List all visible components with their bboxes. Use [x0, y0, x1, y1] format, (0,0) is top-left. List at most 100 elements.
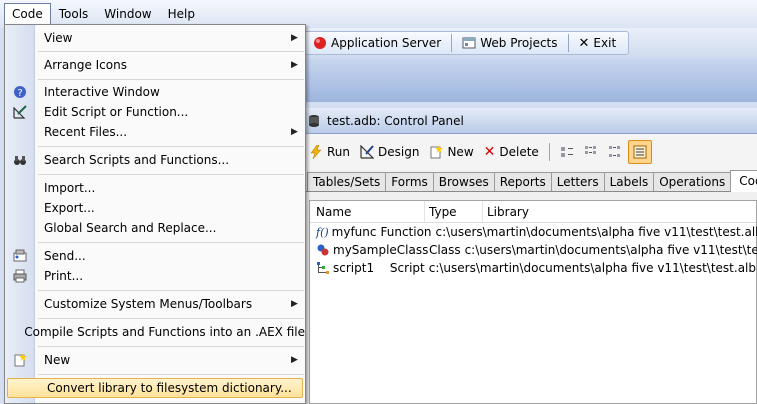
menu-separator	[38, 79, 304, 80]
menu-item-global-search-replace[interactable]: Global Search and Replace...	[5, 218, 305, 238]
menu-item-icon-slot	[5, 249, 35, 263]
tab-labels[interactable]: Labels	[603, 172, 655, 191]
list-header: Name Type Library	[310, 200, 756, 223]
menu-code[interactable]: Code	[4, 3, 51, 25]
menu-item-search-scripts[interactable]: Search Scripts and Functions...	[5, 150, 305, 170]
design-button[interactable]: Design	[356, 141, 423, 163]
list-item-name-cell: mySampleClass	[310, 243, 428, 257]
menu-item-label: Global Search and Replace...	[44, 221, 217, 235]
toolbar-separator	[451, 34, 453, 52]
list-item[interactable]: script1 Script c:\users\martin\documents…	[310, 259, 756, 277]
menu-item-label: Send...	[44, 249, 86, 263]
menu-item-label: Customize System Menus/Toolbars	[44, 297, 253, 311]
list-item-type: Script	[389, 261, 425, 275]
edit-script-icon	[13, 105, 27, 119]
delete-icon: ✕	[483, 144, 496, 160]
menu-item-arrange-icons[interactable]: Arrange Icons ▶	[5, 55, 305, 75]
list-view-button[interactable]	[604, 141, 626, 163]
tab-code[interactable]: Code	[730, 170, 757, 192]
menu-item-label: Print...	[44, 269, 84, 283]
menu-help[interactable]: Help	[160, 3, 203, 25]
submenu-arrow-icon: ▶	[291, 355, 298, 365]
list-item-library: c:\users\martin\documents\alpha five v11…	[428, 261, 756, 275]
menu-item-edit-script[interactable]: Edit Script or Function...	[5, 102, 305, 122]
details-view-button[interactable]	[627, 140, 652, 164]
toolbar-separator	[548, 143, 550, 161]
design-icon	[360, 145, 375, 159]
menu-separator	[38, 318, 304, 319]
lightning-icon	[310, 145, 322, 159]
exit-label: Exit	[593, 36, 617, 50]
menu-item-label: Arrange Icons	[44, 58, 127, 72]
design-label: Design	[378, 145, 420, 159]
submenu-arrow-icon: ▶	[291, 33, 298, 43]
menu-item-customize-menus[interactable]: Customize System Menus/Toolbars ▶	[5, 294, 305, 314]
toolbar-separator	[567, 34, 569, 52]
database-icon	[309, 114, 319, 127]
menu-item-interactive-window[interactable]: ? Interactive Window	[5, 82, 305, 102]
menu-item-recent-files[interactable]: Recent Files... ▶	[5, 122, 305, 142]
menu-item-label: Convert library to filesystem dictionary…	[47, 381, 292, 395]
submenu-arrow-icon: ▶	[291, 60, 298, 70]
new-button[interactable]: New	[425, 141, 477, 163]
code-list: Name Type Library f() myfunc Function c:…	[309, 200, 757, 404]
application-server-button[interactable]: Application Server	[307, 32, 447, 54]
web-projects-icon	[462, 37, 476, 49]
web-projects-button[interactable]: Web Projects	[456, 32, 563, 54]
tab-browses[interactable]: Browses	[432, 172, 495, 191]
small-icons-view-button[interactable]	[580, 141, 602, 163]
menu-tools[interactable]: Tools	[51, 3, 97, 25]
new-document-icon	[430, 145, 444, 159]
application-server-label: Application Server	[331, 36, 442, 50]
list-item[interactable]: f() myfunc Function c:\users\martin\docu…	[310, 223, 757, 241]
small-icons-view-icon	[584, 146, 596, 154]
menu-item-label: Search Scripts and Functions...	[44, 153, 230, 167]
menu-item-icon-slot	[5, 153, 35, 167]
tab-reports[interactable]: Reports	[493, 172, 552, 191]
menu-item-icon-slot	[5, 105, 35, 119]
control-panel-titlebar[interactable]: test.adb: Control Panel	[299, 108, 757, 134]
menu-item-print[interactable]: Print...	[5, 266, 305, 286]
tab-forms[interactable]: Forms	[385, 172, 434, 191]
menu-item-label: Import...	[44, 181, 96, 195]
details-view-icon	[633, 145, 647, 159]
delete-button[interactable]: ✕ Delete	[480, 141, 543, 163]
menu-item-label: Export...	[44, 201, 95, 215]
menu-item-send[interactable]: Send...	[5, 246, 305, 266]
list-item-name-cell: script1	[310, 261, 386, 275]
menu-item-icon-slot: ?	[5, 85, 35, 99]
close-icon: ✕	[578, 35, 590, 51]
column-header-type[interactable]: Type	[425, 200, 483, 223]
print-icon	[13, 269, 27, 283]
tab-letters[interactable]: Letters	[550, 172, 605, 191]
menu-item-compile-aex[interactable]: Compile Scripts and Functions into an .A…	[5, 322, 305, 342]
list-item[interactable]: mySampleClass Class c:\users\martin\docu…	[310, 241, 757, 259]
column-header-name[interactable]: Name	[310, 200, 425, 223]
binoculars-icon	[14, 156, 26, 165]
run-button[interactable]: Run	[305, 141, 354, 163]
menu-item-convert-library[interactable]: Convert library to filesystem dictionary…	[7, 378, 303, 398]
column-header-library[interactable]: Library	[483, 205, 756, 219]
class-icon	[317, 244, 329, 256]
script-icon	[317, 262, 329, 274]
new-document-icon	[14, 353, 27, 367]
tab-tables-sets[interactable]: Tables/Sets	[307, 172, 387, 191]
menu-item-export[interactable]: Export...	[5, 198, 305, 218]
stop-circle-icon	[314, 37, 326, 49]
web-projects-label: Web Projects	[480, 36, 558, 50]
menu-separator	[38, 174, 304, 175]
list-item-name: script1	[333, 261, 375, 275]
menu-separator	[38, 146, 304, 147]
menu-item-label: Recent Files...	[44, 125, 128, 139]
tab-operations[interactable]: Operations	[653, 172, 732, 191]
menu-item-icon-slot	[5, 269, 35, 283]
large-icons-view-button[interactable]	[556, 141, 578, 163]
menu-item-icon-slot	[5, 353, 35, 367]
menu-window[interactable]: Window	[96, 3, 159, 25]
menu-item-new[interactable]: New ▶	[5, 350, 305, 370]
menu-item-view[interactable]: View ▶	[5, 28, 305, 48]
menu-item-import[interactable]: Import...	[5, 178, 305, 198]
submenu-arrow-icon: ▶	[291, 127, 298, 137]
menu-item-label: Interactive Window	[44, 85, 160, 99]
exit-button[interactable]: ✕ Exit	[573, 32, 623, 54]
